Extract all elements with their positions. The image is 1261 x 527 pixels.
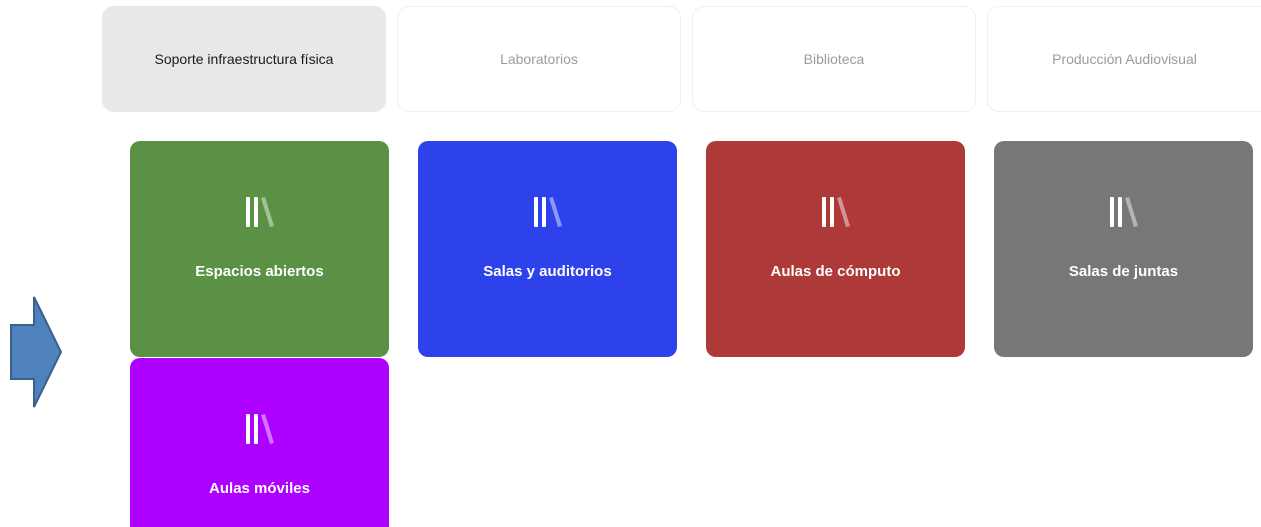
tab-label: Laboratorios	[500, 51, 578, 67]
right-arrow-icon	[10, 296, 62, 408]
tab-laboratorios[interactable]: Laboratorios	[397, 6, 681, 112]
card-espacios-abiertos[interactable]: Espacios abiertos	[130, 141, 389, 357]
card-label: Salas de juntas	[1068, 263, 1179, 280]
card-label: Salas y auditorios	[483, 263, 612, 280]
library-books-icon	[245, 414, 274, 444]
page: Soporte infraestructura física Laborator…	[0, 0, 1261, 527]
tab-biblioteca[interactable]: Biblioteca	[692, 6, 976, 112]
tab-label: Biblioteca	[803, 51, 865, 67]
tab-label: Producción Audiovisual	[1052, 51, 1197, 67]
card-salas-de-juntas[interactable]: Salas de juntas	[994, 141, 1253, 357]
library-books-icon	[821, 197, 850, 227]
card-aulas-moviles[interactable]: Aulas móviles	[130, 358, 389, 527]
library-books-icon	[245, 197, 274, 227]
card-label: Aulas móviles	[209, 480, 310, 497]
library-books-icon	[1109, 197, 1138, 227]
card-label: Aulas de cómputo	[770, 263, 901, 280]
card-aulas-de-computo[interactable]: Aulas de cómputo	[706, 141, 965, 357]
card-salas-y-auditorios[interactable]: Salas y auditorios	[418, 141, 677, 357]
tab-produccion-audiovisual[interactable]: Producción Audiovisual	[987, 6, 1261, 112]
card-label: Espacios abiertos	[195, 263, 324, 280]
tab-label: Soporte infraestructura física	[154, 51, 334, 67]
tab-soporte-infraestructura[interactable]: Soporte infraestructura física	[102, 6, 386, 112]
library-books-icon	[533, 197, 562, 227]
